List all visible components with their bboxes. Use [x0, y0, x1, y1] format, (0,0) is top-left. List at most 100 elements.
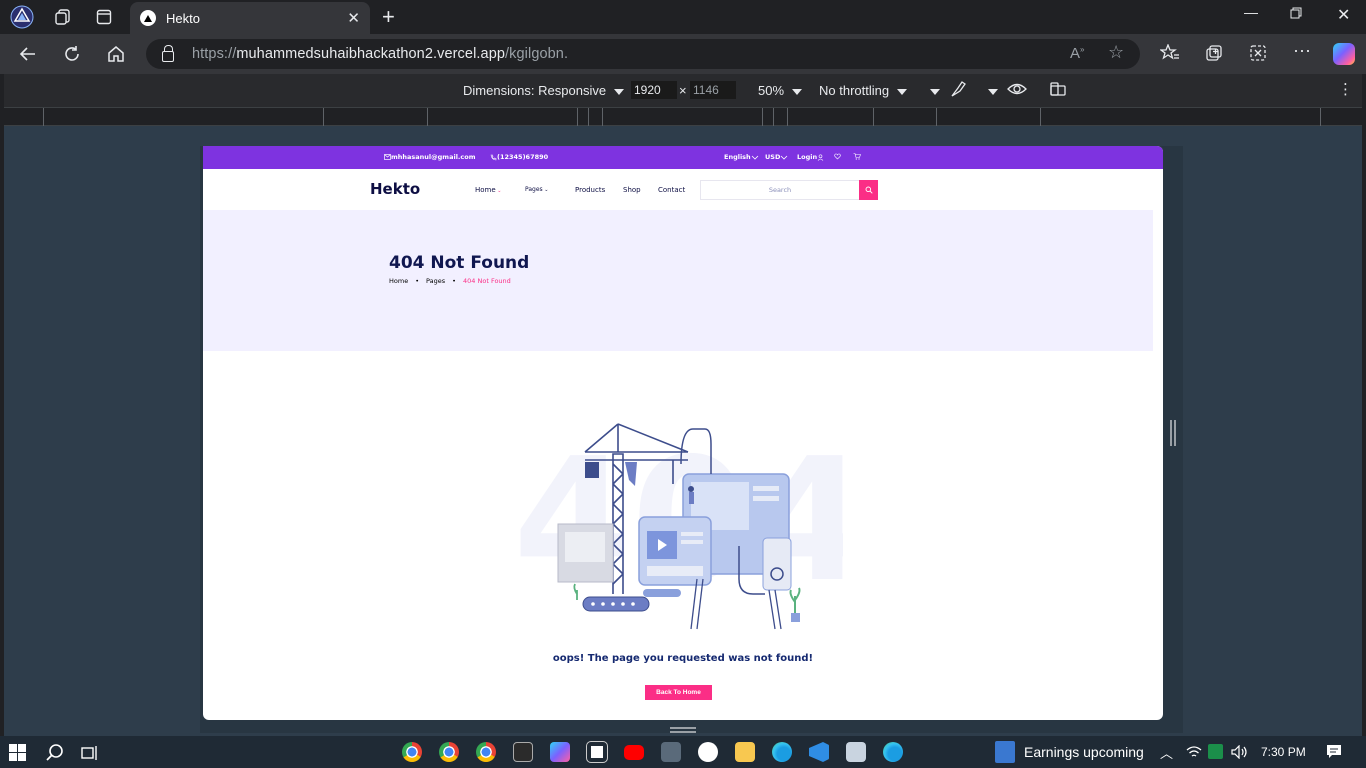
throttling-dropdown[interactable]: No throttling — [819, 83, 908, 98]
edge-beta-app-icon[interactable] — [883, 742, 903, 762]
task-view-icon[interactable] — [81, 745, 99, 766]
tab-strip: Hekto ✕ + — ✕ — [0, 0, 1366, 34]
new-tab-button[interactable]: + — [382, 4, 395, 30]
tray-chevron-up-icon[interactable]: ︿ — [1160, 743, 1173, 762]
wifi-icon[interactable] — [1186, 746, 1202, 764]
copilot-app-icon[interactable] — [550, 742, 570, 762]
security-shield-icon[interactable] — [1208, 744, 1223, 759]
site-topbar: mhhasanul@gmail.com (12345)67890 English… — [203, 146, 1163, 169]
browser-toolbar: https://muhammedsuhaibhackathon2.vercel.… — [0, 34, 1366, 74]
tab-actions-icon[interactable] — [91, 5, 117, 29]
widget-news-text[interactable]: Earnings upcoming — [1024, 744, 1144, 760]
wishlist-heart-icon[interactable] — [834, 153, 841, 160]
chrome-app-icon[interactable] — [402, 742, 422, 762]
device-options-dropdown[interactable] — [922, 83, 940, 98]
github-app-icon[interactable] — [698, 742, 718, 762]
windows-taskbar: Earnings upcoming ︿ 7:30 PM — [0, 736, 1366, 768]
control-panel-app-icon[interactable] — [661, 742, 681, 762]
edge-app-icon[interactable] — [772, 742, 792, 762]
nav-products[interactable]: Products — [575, 186, 605, 194]
breadcrumb-separator: • — [415, 277, 420, 285]
chrome-profile-app-icon[interactable] — [439, 742, 459, 762]
breadcrumb-home[interactable]: Home — [389, 277, 408, 285]
zoom-dropdown[interactable]: 50% — [758, 83, 803, 98]
crane-counterweight — [585, 462, 599, 478]
workspaces-icon[interactable] — [50, 5, 76, 29]
file-explorer-app-icon[interactable] — [735, 742, 755, 762]
nav-contact[interactable]: Contact — [658, 186, 685, 194]
back-icon[interactable] — [16, 42, 40, 66]
windows-start-icon[interactable] — [9, 744, 26, 766]
width-input[interactable]: 1920 — [631, 81, 677, 99]
chevron-down-icon — [751, 155, 758, 160]
breadcrumb-pages[interactable]: Pages — [426, 277, 445, 285]
home-icon[interactable] — [104, 42, 128, 66]
times-sign: × — [679, 83, 687, 98]
lock-icon[interactable] — [162, 44, 174, 62]
restore-icon[interactable] — [1290, 6, 1302, 22]
url-text[interactable]: https://muhammedsuhaibhackathon2.vercel.… — [192, 46, 568, 62]
store-app-icon[interactable] — [586, 741, 608, 763]
devtools-more-icon[interactable]: ⋮ — [1338, 80, 1353, 98]
login-link[interactable]: Login — [797, 153, 824, 161]
site-header: Hekto Home ⌄ Pages ⌄ Products Shop Conta… — [203, 169, 1163, 210]
dimensions-caret-icon — [614, 88, 625, 95]
close-window-icon[interactable]: ✕ — [1337, 5, 1350, 25]
address-bar[interactable]: https://muhammedsuhaibhackathon2.vercel.… — [146, 39, 1140, 69]
cart-icon[interactable] — [853, 153, 861, 160]
nav-home[interactable]: Home ⌄ — [475, 186, 501, 194]
resize-handle-right[interactable] — [1170, 420, 1176, 446]
clock-time[interactable]: 7:30 PM — [1261, 745, 1306, 759]
zoom-caret-icon — [792, 88, 803, 95]
vscode-app-icon[interactable] — [809, 742, 829, 762]
page-title: 404 Not Found — [389, 253, 530, 273]
reload-icon[interactable] — [60, 42, 84, 66]
user-icon — [817, 153, 824, 161]
nav-pages[interactable]: Pages ⌄ — [525, 186, 548, 193]
search-button[interactable] — [859, 180, 878, 200]
media-query-ruler — [4, 107, 1362, 126]
currency-dropdown[interactable]: USD — [765, 153, 788, 161]
language-dropdown[interactable]: English — [724, 153, 759, 161]
search-icon — [865, 186, 873, 194]
close-tab-icon[interactable]: ✕ — [347, 9, 360, 27]
dimensions-dropdown[interactable]: Dimensions: Responsive — [463, 83, 625, 98]
search-taskbar-icon[interactable] — [46, 744, 64, 767]
vision-deficiency-dropdown[interactable] — [980, 83, 998, 98]
search-input[interactable]: Search — [700, 180, 860, 200]
read-aloud-icon[interactable]: A» — [1070, 45, 1084, 62]
profile-icon[interactable] — [9, 5, 35, 29]
favorites-icon[interactable] — [1159, 43, 1180, 66]
not-found-message: oops! The page you requested was not fou… — [552, 653, 814, 664]
extensions-icon[interactable] — [1249, 44, 1267, 66]
nav-shop[interactable]: Shop — [623, 186, 641, 194]
collections-icon[interactable] — [1205, 44, 1223, 66]
active-tab[interactable]: Hekto ✕ — [130, 2, 370, 34]
news-widget-icon[interactable] — [995, 741, 1015, 763]
back-to-home-button[interactable]: Back To Home — [645, 685, 712, 700]
throttling-caret-icon — [897, 88, 908, 95]
breadcrumb-separator: • — [452, 277, 457, 285]
terminal-app-icon[interactable] — [513, 742, 533, 762]
youtube-app-icon[interactable] — [624, 745, 644, 760]
chrome-second-profile-app-icon[interactable] — [476, 742, 496, 762]
mail-icon — [384, 154, 391, 160]
eye-icon[interactable] — [1007, 81, 1027, 100]
rotate-icon[interactable] — [1049, 81, 1069, 100]
height-input[interactable]: 1146 — [690, 81, 736, 99]
chevron-down-icon — [781, 155, 788, 160]
favorite-star-icon[interactable]: ☆ — [1108, 42, 1124, 63]
page-hero: 404 Not Found Home • Pages • 404 Not Fou… — [203, 210, 1153, 351]
more-menu-icon[interactable]: ··· — [1293, 40, 1311, 61]
phone-contact[interactable]: (12345)67890 — [490, 153, 548, 161]
copilot-icon[interactable] — [1333, 43, 1355, 65]
minimize-icon[interactable]: — — [1244, 4, 1258, 20]
sensors-icon[interactable] — [950, 80, 966, 101]
notifications-icon[interactable] — [1326, 744, 1342, 765]
notepad-app-icon[interactable] — [846, 742, 866, 762]
website-page: mhhasanul@gmail.com (12345)67890 English… — [203, 146, 1163, 720]
resize-handle-bottom[interactable] — [670, 727, 696, 733]
email-contact[interactable]: mhhasanul@gmail.com — [384, 153, 475, 161]
volume-icon[interactable] — [1231, 744, 1249, 764]
site-logo[interactable]: Hekto — [370, 180, 420, 198]
